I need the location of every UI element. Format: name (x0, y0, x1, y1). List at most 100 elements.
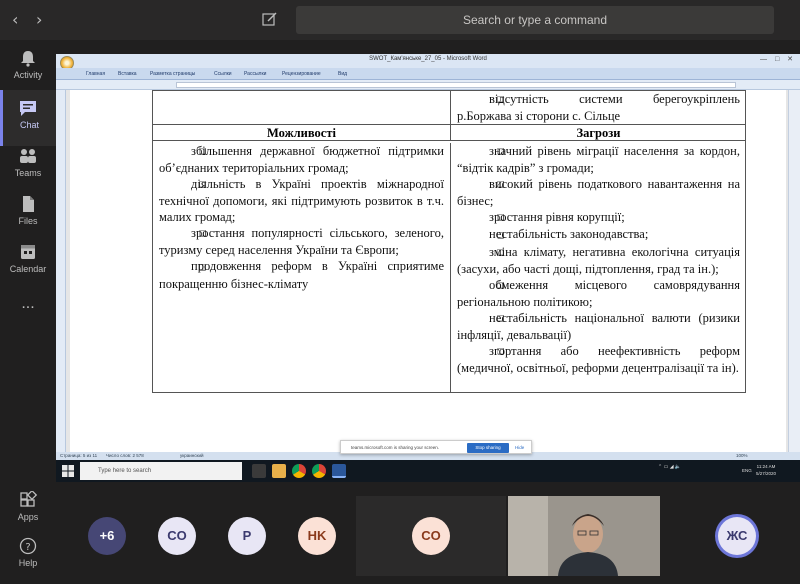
ribbon-tab-review[interactable]: Рецензирование (282, 71, 321, 77)
ribbon-tab-layout[interactable]: Разметка страницы (150, 71, 195, 77)
teams-top-bar: ‹ › Search or type a command (0, 0, 800, 40)
participant-overflow-avatar[interactable]: +6 (88, 517, 126, 555)
status-language[interactable]: украинский (180, 453, 203, 458)
chrome-icon[interactable] (312, 464, 326, 478)
checkbox-bullet-icon: ❑ (497, 230, 505, 240)
back-arrow-icon[interactable]: ‹ (12, 10, 18, 29)
clock-date: 5/27/2020 (756, 471, 777, 476)
checkbox-bullet-icon: ❑ (199, 180, 207, 190)
rail-label: Files (18, 216, 38, 226)
rail-label: Activity (13, 70, 43, 80)
help-icon: ? (19, 537, 37, 555)
participant-avatar: CO (412, 517, 450, 555)
files-icon (23, 196, 34, 212)
word-title-bar: SWOT_Кам'янське_27_05 - Microsoft Word —… (56, 54, 800, 68)
hide-link[interactable]: Hide (515, 445, 524, 450)
checkbox-bullet-icon: ❑ (199, 147, 207, 157)
windows-taskbar: Type here to search ⌃ ▭ ◢ 🔈 ENG 11:24 AM… (56, 460, 800, 482)
list-item: ❑високий рівень податкового навантаження… (457, 177, 740, 209)
rail-item-calendar[interactable]: Calendar (0, 234, 56, 290)
threats-list: ❑значний рівень міграції населення за ко… (450, 143, 746, 393)
language-indicator[interactable]: ENG (742, 468, 752, 473)
search-input[interactable]: Search or type a command (296, 6, 774, 34)
checkbox-bullet-icon: ❑ (497, 95, 505, 105)
checkbox-bullet-icon: ❑ (199, 262, 207, 272)
taskbar-clock[interactable]: 11:24 AM 5/27/2020 (756, 463, 776, 477)
list-item: ❑обмеження місцевого самоврядування регі… (457, 277, 740, 309)
checkbox-bullet-icon: ❑ (199, 229, 207, 239)
chat-icon (20, 101, 36, 116)
vertical-ruler (56, 90, 66, 452)
ribbon-tab-home[interactable]: Главная (86, 71, 105, 77)
compose-icon[interactable] (262, 11, 278, 27)
horizontal-ruler[interactable] (56, 80, 800, 90)
status-words[interactable]: Число слов: 2 578 (106, 453, 144, 458)
forward-arrow-icon[interactable]: › (36, 10, 42, 29)
list-item: ❑нестабільність законодавства; (457, 226, 740, 243)
apps-icon (20, 491, 38, 507)
list-item: ❑зміна клімату, негативна екологічна сит… (457, 244, 740, 276)
window-controls[interactable]: — □ ✕ (760, 55, 796, 63)
participant-avatar[interactable]: P (228, 517, 266, 555)
screen-sharing-bar: teams.microsoft.com is sharing your scre… (340, 440, 532, 454)
clock-time: 11:24 AM (756, 464, 776, 469)
video-person-image (508, 496, 660, 576)
rail-label: Apps (17, 512, 39, 522)
rail-label: Chat (19, 120, 39, 130)
vertical-scrollbar[interactable] (788, 90, 800, 452)
app-rail: Activity Chat Teams Files Calendar ... A… (0, 40, 56, 576)
checkbox-bullet-icon: ❑ (497, 147, 505, 157)
list-item: ❑збільшення державної бюджетної підтримк… (159, 144, 444, 176)
checkbox-bullet-icon: ❑ (497, 313, 505, 323)
ribbon-tab-view[interactable]: Вид (338, 71, 347, 77)
task-view-icon[interactable] (252, 464, 266, 478)
word-taskbar-icon[interactable] (332, 464, 346, 478)
checkbox-bullet-icon: ❑ (497, 180, 505, 190)
status-page[interactable]: Страница: 5 из 11 (60, 453, 97, 458)
rail-label: Help (18, 558, 38, 568)
calendar-icon (21, 245, 35, 259)
participant-avatar[interactable]: HK (298, 517, 336, 555)
list-item: ❑зростання популярності сільського, зеле… (159, 226, 444, 258)
list-item: ❑згортання або неефективність реформ (ме… (457, 343, 740, 375)
list-item: ❑діяльність в Україні проектів міжнародн… (159, 177, 444, 225)
bell-icon (21, 51, 35, 67)
windows-start-icon[interactable] (62, 465, 74, 477)
checkbox-bullet-icon: ❑ (497, 213, 505, 223)
participant-video[interactable] (508, 496, 660, 576)
participant-tile[interactable]: CO (356, 496, 506, 576)
ribbon-tab-mailings[interactable]: Рассылки (244, 71, 266, 77)
participant-avatar[interactable]: CO (158, 517, 196, 555)
zoom-level[interactable]: 100% (736, 453, 748, 458)
word-window-title: SWOT_Кам'янське_27_05 - Microsoft Word (369, 56, 487, 62)
file-explorer-icon[interactable] (272, 464, 286, 478)
table-cell-top-right: ❑відсутність системи берегоукріплень р.Б… (450, 91, 746, 124)
threats-header: Загрози (450, 124, 746, 141)
list-item: ❑значний рівень міграції населення за ко… (457, 144, 740, 176)
shared-screen: SWOT_Кам'янське_27_05 - Microsoft Word —… (56, 54, 800, 482)
list-item: ❑нестабільність національної валюти (риз… (457, 310, 740, 342)
list-item: ❑зростання рівня корупції; (457, 209, 740, 226)
checkbox-bullet-icon: ❑ (497, 247, 505, 257)
opportunities-header: Можливості (153, 124, 450, 141)
svg-text:?: ? (25, 542, 30, 553)
checkbox-bullet-icon: ❑ (497, 347, 505, 356)
word-ribbon-tabs: Главная Вставка Разметка страницы Ссылки… (56, 68, 800, 80)
system-tray[interactable]: ⌃ ▭ ◢ 🔈 (658, 464, 681, 470)
swot-table: ❑відсутність системи берегоукріплень р.Б… (152, 90, 746, 393)
checkbox-bullet-icon: ❑ (497, 280, 505, 290)
table-cell-empty (153, 91, 450, 124)
list-item: ❑продовження реформ в Україні сприятиме … (159, 259, 444, 291)
teams-icon (20, 149, 36, 163)
opportunities-list: ❑збільшення державної бюджетної підтримк… (153, 143, 450, 393)
ribbon-tab-references[interactable]: Ссылки (214, 71, 232, 77)
chrome-icon[interactable] (292, 464, 306, 478)
ruler-scale (176, 82, 736, 88)
taskbar-search-input[interactable]: Type here to search (80, 462, 242, 480)
stop-sharing-button[interactable]: Stop sharing (467, 443, 509, 453)
more-icon[interactable]: ... (0, 284, 56, 340)
rail-label: Calendar (9, 264, 47, 274)
ribbon-tab-insert[interactable]: Вставка (118, 71, 137, 77)
participant-avatar-speaking[interactable]: ЖС (718, 517, 756, 555)
rail-item-activity[interactable]: Activity (0, 40, 56, 96)
